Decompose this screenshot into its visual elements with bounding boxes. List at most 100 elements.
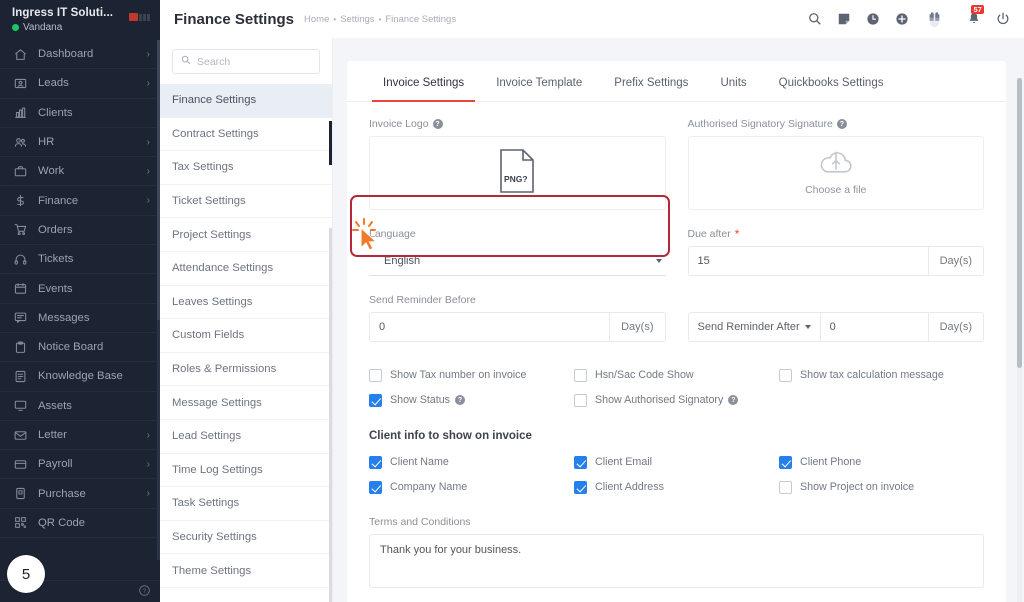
sidebar-item-knowledge-base[interactable]: Knowledge Base — [0, 362, 160, 392]
clock-icon[interactable] — [865, 12, 880, 27]
reminder-after-input-row[interactable]: Send Reminder After Day(s) — [687, 312, 984, 342]
checkbox-box[interactable] — [369, 455, 382, 469]
sidebar-item-dashboard[interactable]: Dashboard › — [0, 40, 160, 70]
checkbox-box[interactable] — [779, 455, 792, 469]
checkbox-row: Company Name Client Address Show Project o… — [369, 476, 984, 499]
sidebar-item-hr[interactable]: HR › — [0, 128, 160, 158]
settings-nav-item-custom-fields[interactable]: Custom Fields — [160, 319, 332, 353]
company-name: Ingress IT Soluti... — [12, 7, 114, 19]
settings-nav-item-roles-permissions[interactable]: Roles & Permissions — [160, 353, 332, 387]
checkbox-box[interactable] — [574, 368, 587, 382]
checkbox-client-address[interactable]: Client Address — [574, 476, 779, 498]
note-icon[interactable] — [836, 12, 851, 27]
sidebar-item-messages[interactable]: Messages — [0, 304, 160, 333]
wallet-icon — [14, 458, 27, 471]
checkbox-show-project-on-invoice[interactable]: Show Project on invoice — [779, 476, 984, 498]
settings-nav-item-contract-settings[interactable]: Contract Settings — [160, 118, 332, 152]
sidebar-item-clients[interactable]: Clients — [0, 99, 160, 128]
tab-quickbooks-settings[interactable]: Quickbooks Settings — [763, 61, 900, 101]
sidebar-item-events[interactable]: Events — [0, 274, 160, 304]
plus-circle-icon[interactable] — [894, 12, 909, 27]
settings-nav-item-leaves-settings[interactable]: Leaves Settings — [160, 286, 332, 320]
sidebar-item-assets[interactable]: Assets — [0, 392, 160, 421]
reminder-before-input[interactable] — [370, 313, 610, 341]
checkbox-client-phone[interactable]: Client Phone — [779, 451, 984, 473]
due-after-input[interactable] — [688, 247, 928, 275]
checkbox-box[interactable] — [369, 393, 382, 407]
sidebar-item-notice-board[interactable]: Notice Board — [0, 333, 160, 363]
search-box[interactable] — [172, 49, 320, 74]
signature-dropzone[interactable]: Choose a file — [687, 136, 984, 210]
settings-nav-item-attendance-settings[interactable]: Attendance Settings — [160, 252, 332, 286]
sidebar-header: Ingress IT Soluti... Vandana — [0, 0, 160, 40]
help-icon[interactable]: ? — [139, 583, 150, 601]
power-icon[interactable] — [995, 12, 1010, 27]
settings-nav-item-lead-settings[interactable]: Lead Settings — [160, 420, 332, 454]
breadcrumb-item[interactable]: Finance Settings — [385, 14, 456, 25]
sidebar-item-orders[interactable]: Orders — [0, 216, 160, 246]
settings-search-input[interactable] — [197, 55, 311, 68]
checkbox-company-name[interactable]: Company Name — [369, 476, 574, 498]
tab-invoice-settings[interactable]: Invoice Settings — [367, 61, 480, 102]
invoice-logo-dropzone[interactable]: PNG? — [369, 136, 666, 210]
sidebar-item-purchase[interactable]: Purchase › — [0, 479, 160, 509]
breadcrumb-item[interactable]: Settings — [340, 14, 374, 25]
settings-nav-item-time-log-settings[interactable]: Time Log Settings — [160, 454, 332, 488]
checkbox-box[interactable] — [779, 480, 792, 494]
sidebar-item-work[interactable]: Work › — [0, 157, 160, 187]
checkbox-box[interactable] — [574, 480, 587, 494]
checkbox-label: Show Status? — [390, 394, 466, 406]
sidebar-item-leads[interactable]: Leads › — [0, 69, 160, 99]
settings-nav-item-task-settings[interactable]: Task Settings — [160, 487, 332, 521]
sidebar-item-tickets[interactable]: Tickets — [0, 245, 160, 275]
search-icon[interactable] — [807, 12, 822, 27]
checkbox-box[interactable] — [779, 368, 792, 382]
sidebar-item-qr-code[interactable]: QR Code — [0, 509, 160, 539]
settings-nav-scrollbar[interactable] — [329, 228, 332, 602]
tab-units[interactable]: Units — [704, 61, 762, 101]
chevron-right-icon: › — [146, 488, 150, 500]
chevron-right-icon: › — [146, 429, 150, 441]
invoice-logo-label: Invoice Logo — [369, 118, 429, 130]
settings-nav-item-project-settings[interactable]: Project Settings — [160, 218, 332, 252]
help-icon[interactable]: ? — [728, 395, 739, 405]
settings-nav-item-tax-settings[interactable]: Tax Settings — [160, 151, 332, 185]
reminder-after-type-select[interactable]: Send Reminder After — [689, 313, 821, 341]
tab-invoice-template[interactable]: Invoice Template — [480, 61, 598, 101]
sidebar-item-label: Notice Board — [38, 341, 104, 354]
settings-nav-item-security-settings[interactable]: Security Settings — [160, 521, 332, 555]
bell-icon[interactable]: 57 — [966, 4, 985, 27]
due-after-input-row[interactable]: Day(s) — [687, 246, 984, 276]
sidebar-item-payroll[interactable]: Payroll › — [0, 450, 160, 480]
help-icon[interactable]: ? — [432, 119, 443, 129]
settings-nav-item-theme-settings[interactable]: Theme Settings — [160, 554, 332, 588]
checkbox-client-name[interactable]: Client Name — [369, 451, 574, 473]
checkbox-client-email[interactable]: Client Email — [574, 451, 779, 473]
reminder-after-input[interactable] — [820, 313, 928, 341]
sidebar-item-letter[interactable]: Letter › — [0, 421, 160, 451]
help-icon[interactable]: ? — [836, 119, 847, 129]
page-title: Finance Settings — [174, 10, 295, 28]
gift-icon[interactable] — [927, 11, 942, 27]
checkbox-show-authorised-signatory[interactable]: Show Authorised Signatory? — [574, 389, 779, 411]
checkbox-box[interactable] — [369, 368, 382, 382]
checkbox-show-tax-number-on-invoice[interactable]: Show Tax number on invoice — [369, 364, 574, 386]
breadcrumb-item[interactable]: Home — [304, 14, 329, 25]
page-scrollbar[interactable] — [1017, 78, 1022, 602]
checkbox-show-status[interactable]: Show Status? — [369, 389, 574, 411]
settings-nav-item-message-settings[interactable]: Message Settings — [160, 386, 332, 420]
settings-nav-item-finance-settings[interactable]: Finance Settings — [160, 84, 332, 118]
reminder-before-input-row[interactable]: Day(s) — [369, 312, 666, 342]
sidebar-item-finance[interactable]: Finance › — [0, 186, 160, 216]
tab-prefix-settings[interactable]: Prefix Settings — [598, 61, 704, 101]
checkbox-box[interactable] — [369, 480, 382, 494]
settings-nav-item-ticket-settings[interactable]: Ticket Settings — [160, 185, 332, 219]
help-icon[interactable]: ? — [455, 395, 466, 405]
terms-textarea[interactable] — [369, 534, 984, 588]
breadcrumb-separator: • — [378, 14, 382, 24]
checkbox-box[interactable] — [574, 455, 587, 469]
checkbox-hsn-sac-code-show[interactable]: Hsn/Sac Code Show — [574, 364, 779, 386]
checkbox-box[interactable] — [574, 393, 587, 407]
language-select[interactable]: English — [369, 246, 666, 276]
checkbox-show-tax-calculation-message[interactable]: Show tax calculation message — [779, 364, 984, 386]
